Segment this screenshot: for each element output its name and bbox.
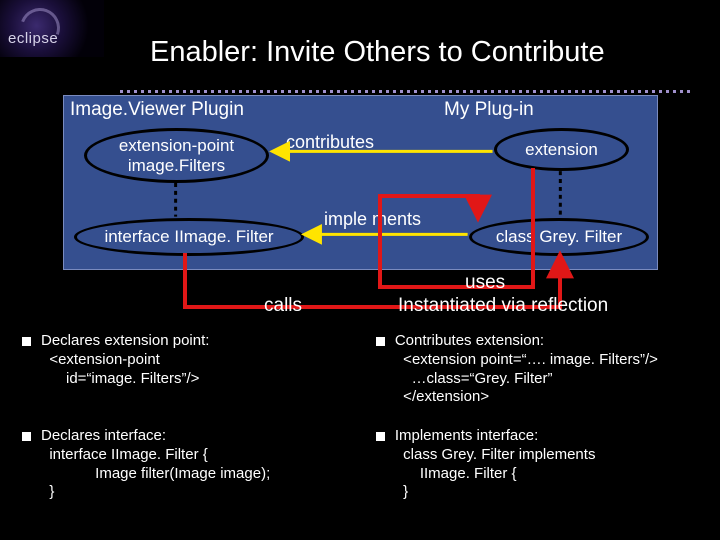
bullet-icon	[376, 337, 385, 346]
bullet-contributes-extension: Contributes extension: <extension point=…	[376, 332, 702, 407]
bullet-text: Declares interface: interface IImage. Fi…	[41, 427, 270, 502]
bullets-row-1: Declares extension point: <extension-poi…	[22, 332, 702, 407]
bullet-icon	[22, 432, 31, 441]
eclipse-logo-text: eclipse	[8, 30, 58, 47]
panel-title-right: My Plug-in	[444, 99, 534, 121]
bullet-declares-interface: Declares interface: interface IImage. Fi…	[22, 427, 376, 502]
node-interface: interface IImage. Filter	[74, 218, 304, 256]
bullet-text: Implements interface: class Grey. Filter…	[395, 427, 596, 502]
node-class: class Grey. Filter	[469, 218, 649, 256]
bullets-row-2: Declares interface: interface IImage. Fi…	[22, 427, 702, 502]
node-extension: extension	[494, 128, 629, 171]
diagram-panel: Image.Viewer Plugin My Plug-in extension…	[63, 95, 658, 270]
label-implements: imple ments	[324, 209, 421, 230]
label-reflection: Instantiated via reflection	[398, 295, 608, 317]
bullet-text: Contributes extension: <extension point=…	[395, 332, 658, 407]
eclipse-logo: eclipse	[0, 0, 104, 57]
panel-title-left: Image.Viewer Plugin	[70, 99, 244, 121]
bullet-implements-interface: Implements interface: class Grey. Filter…	[376, 427, 702, 502]
page-title: Enabler: Invite Others to Contribute	[150, 36, 605, 69]
bullet-declares-ext-point: Declares extension point: <extension-poi…	[22, 332, 376, 407]
bullet-icon	[376, 432, 385, 441]
label-contributes: contributes	[286, 132, 374, 153]
title-underline	[120, 80, 710, 86]
bullet-text: Declares extension point: <extension-poi…	[41, 332, 209, 407]
bullet-icon	[22, 337, 31, 346]
node-extension-point: extension-point image.Filters	[84, 128, 269, 183]
bullets-area: Declares extension point: <extension-poi…	[22, 332, 702, 522]
label-calls: calls	[264, 295, 302, 317]
label-uses: uses	[465, 272, 505, 294]
